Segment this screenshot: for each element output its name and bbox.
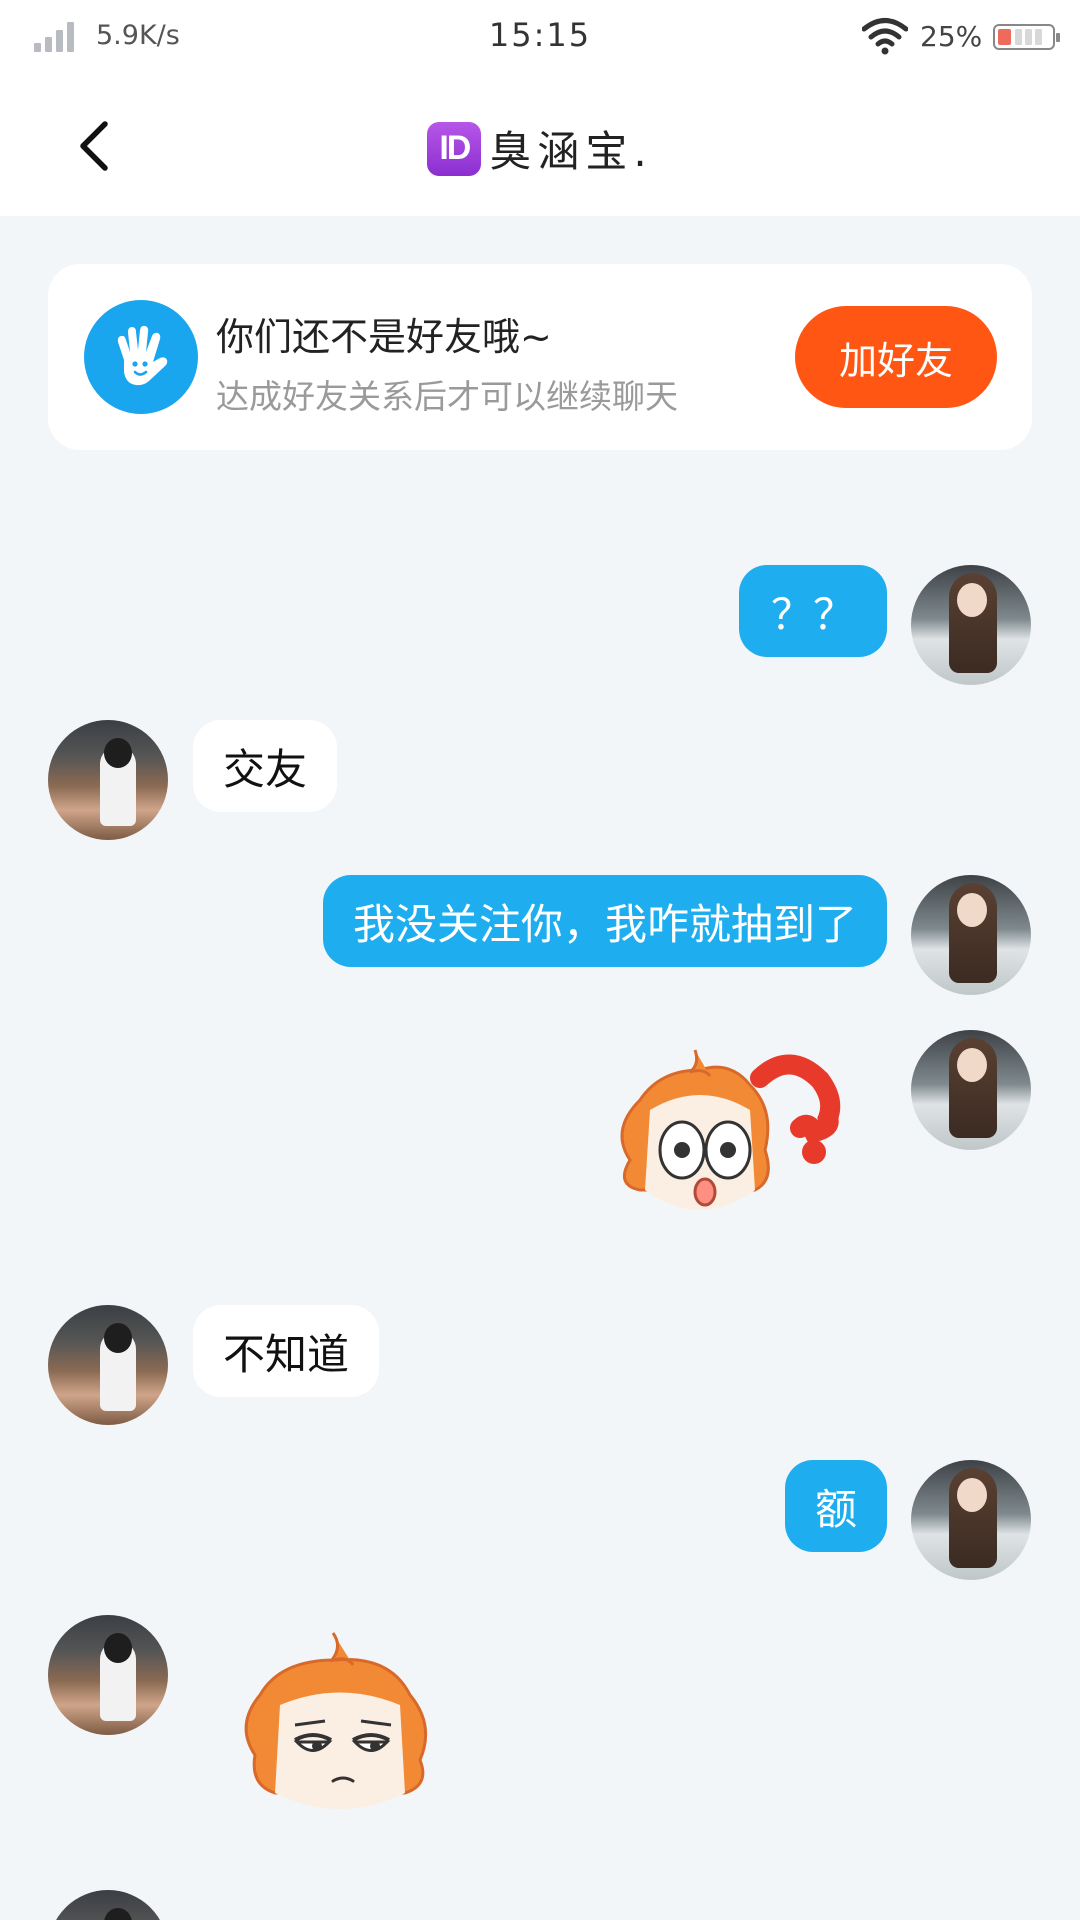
message-bubble[interactable]: ？？ [739, 565, 887, 657]
page-title: 臭涵宝. [489, 127, 653, 176]
self-avatar[interactable] [911, 1030, 1031, 1150]
nav-bar: ID 臭涵宝. [0, 74, 1080, 216]
self-avatar[interactable] [911, 1460, 1031, 1580]
friend-request-banner: 你们还不是好友哦~ 达成好友关系后才可以继续聊天 加好友 [48, 264, 1032, 450]
confused-question-sticker[interactable] [600, 1040, 880, 1240]
message-bubble[interactable]: 额 [784, 1460, 887, 1552]
waving-hand-icon [84, 300, 198, 414]
banner-title: 你们还不是好友哦~ [216, 315, 552, 359]
battery-icon [993, 24, 1060, 50]
message-bubble[interactable]: 不知道 [193, 1305, 380, 1397]
banner-subtitle: 达成好友关系后才可以继续聊天 [216, 377, 678, 416]
id-badge: ID [427, 121, 482, 176]
message-bubble[interactable]: 交友 [193, 720, 338, 812]
contact-avatar[interactable] [48, 720, 168, 840]
message-text: 我没关注你，我咋就抽到了 [352, 899, 857, 949]
wifi-icon [862, 18, 908, 55]
message-text: 交友 [223, 744, 308, 794]
status-bar: 5.9K/s 15:15 25% [0, 0, 1080, 74]
clock: 15:15 [488, 16, 592, 54]
add-friend-button[interactable]: 加好友 [795, 306, 997, 408]
contact-avatar[interactable] [48, 1305, 168, 1425]
contact-avatar[interactable] [48, 1615, 168, 1735]
battery-percent: 25% [920, 20, 983, 53]
message-text: 不知道 [223, 1329, 350, 1379]
self-avatar[interactable] [911, 875, 1031, 995]
unimpressed-face-sticker[interactable] [225, 1625, 485, 1825]
message-bubble[interactable]: 我没关注你，我咋就抽到了 [322, 875, 887, 967]
contact-avatar[interactable] [48, 1890, 168, 1920]
self-avatar[interactable] [911, 565, 1031, 685]
nav-title-group: ID 臭涵宝. [0, 118, 1080, 179]
message-text: ？？ [770, 589, 855, 639]
message-text: 额 [814, 1484, 857, 1534]
